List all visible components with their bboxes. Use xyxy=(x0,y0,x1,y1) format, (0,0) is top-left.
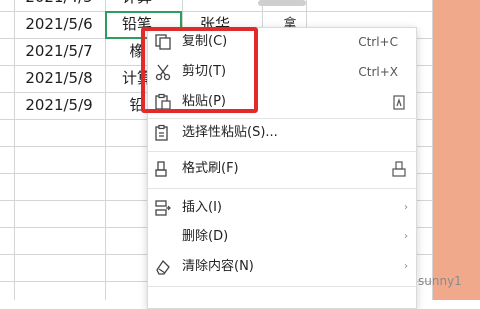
shortcut-text: Ctrl+X xyxy=(358,65,398,79)
menu-item-insert[interactable]: 插入(I) › xyxy=(148,194,416,222)
menu-separator xyxy=(148,286,416,287)
menu-item-label: 选择性粘贴(S)... xyxy=(182,125,278,140)
submenu-arrow-icon: › xyxy=(404,202,408,213)
date-cell[interactable]: 2021/5/7 xyxy=(14,38,104,65)
submenu-arrow-icon: › xyxy=(404,261,408,272)
menu-item-delete[interactable]: 删除(D) › xyxy=(148,223,416,251)
paste-options-icon[interactable] xyxy=(390,93,408,111)
menu-separator xyxy=(148,188,416,189)
grid-line xyxy=(105,0,106,300)
menu-item-paste-special[interactable]: 选择性粘贴(S)... xyxy=(148,119,416,147)
menu-item-format-painter[interactable]: 格式刷(F) xyxy=(148,155,416,183)
menu-item-label: 删除(D) xyxy=(182,229,229,244)
format-painter-options-icon[interactable] xyxy=(390,160,408,178)
format-painter-icon xyxy=(155,161,167,177)
shortcut-text: Ctrl+C xyxy=(358,35,398,49)
menu-separator xyxy=(148,151,416,152)
date-cell[interactable]: 2021/5/6 xyxy=(14,11,104,38)
menu-item-clear-contents[interactable]: 清除内容(N) › xyxy=(148,253,416,281)
colored-column xyxy=(433,0,480,300)
clear-icon xyxy=(156,259,170,275)
insert-icon xyxy=(155,200,171,216)
paste-special-icon xyxy=(155,124,168,141)
date-cell[interactable]: 2021/5/8 xyxy=(14,65,104,92)
highlight-annotation-box xyxy=(141,27,258,113)
date-cell[interactable]: 2021/4/5 xyxy=(14,0,104,11)
watermark-text: sunny1 xyxy=(418,274,462,288)
grid-line xyxy=(432,0,433,300)
menu-item-label: 格式刷(F) xyxy=(182,161,239,176)
menu-item-label: 清除内容(N) xyxy=(182,259,254,274)
horizontal-scroll-thumb[interactable] xyxy=(258,0,306,6)
date-cell[interactable]: 2021/5/9 xyxy=(14,92,104,119)
menu-item-label: 插入(I) xyxy=(182,200,222,215)
submenu-arrow-icon: › xyxy=(404,231,408,242)
item-cell[interactable]: 计算 xyxy=(112,0,162,11)
